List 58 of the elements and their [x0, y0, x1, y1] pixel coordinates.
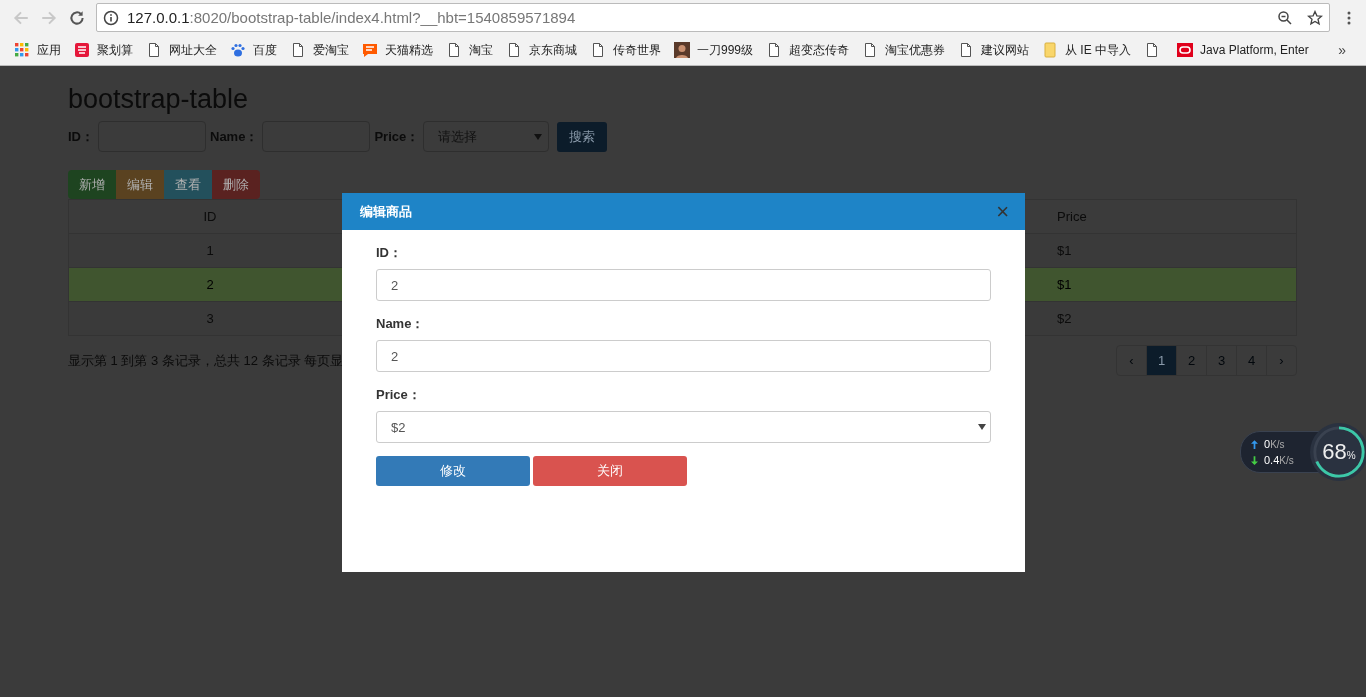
paw-icon[interactable] [230, 42, 246, 58]
bookmark[interactable]: 从 IE 中导入 [1042, 41, 1132, 59]
usage-percent: 68% [1322, 439, 1356, 465]
bookmark[interactable]: 淘宝优惠券 [862, 41, 946, 59]
field-label: Name： [376, 315, 426, 333]
bookmark[interactable]: 一刀999级 [674, 41, 754, 59]
toolbar-button[interactable]: 删除 [212, 170, 260, 199]
table-cell: 2 [206, 277, 214, 292]
bookmark[interactable]: 应用 [14, 41, 61, 59]
bookmark[interactable]: 京东商城 [506, 41, 577, 59]
bookmark[interactable]: Java Platform, Enter [1177, 42, 1309, 58]
dialog-button[interactable]: 修改 [376, 456, 530, 486]
page-link[interactable]: 1 [1146, 346, 1176, 375]
bookmark[interactable]: 网址大全 [146, 41, 217, 59]
zoom-icon[interactable] [1277, 9, 1293, 26]
more-bookmarks-button[interactable]: » [1338, 42, 1346, 58]
upload-speed: 0K/s [1264, 438, 1285, 450]
bookmark[interactable]: 传奇世界 [590, 41, 661, 59]
url-text: 127.0.0.1:8020/bootstrap-table/index4.html?__hbt=1540859571894 [127, 9, 577, 26]
bookmark[interactable]: 爱淘宝 [290, 41, 349, 59]
toolbar-button[interactable]: 新增 [68, 170, 116, 199]
search-button[interactable]: 搜索 [557, 121, 608, 152]
dialog-title: 编辑商品 [360, 202, 412, 221]
square-logo-icon[interactable] [74, 42, 90, 58]
bookmark[interactable]: 百度 [230, 41, 277, 59]
bookmark[interactable]: 淘宝 [446, 41, 493, 59]
bookmark[interactable]: 超变态传奇 [766, 41, 850, 59]
toolbar-button[interactable]: 查看 [164, 170, 212, 199]
up-arrow-icon [1251, 439, 1258, 449]
input-field[interactable]: 2 [376, 269, 991, 301]
page-icon[interactable] [506, 42, 522, 58]
speech-bubble-icon[interactable] [362, 42, 378, 58]
select-field[interactable]: $2 [376, 411, 991, 443]
table-cell: $1 [1057, 277, 1072, 292]
caret-icon [534, 133, 543, 140]
field-label: Price： [376, 386, 422, 404]
address-bar[interactable]: 127.0.0.1:8020/bootstrap-table/index4.html?__hbt=1540859571894 [96, 3, 1330, 32]
caret-icon [978, 424, 986, 430]
download-speed: 0.4K/s [1264, 454, 1294, 466]
dialog-button[interactable]: 关闭 [533, 456, 687, 486]
toolbar-button[interactable]: 编辑 [116, 170, 164, 199]
reload-icon[interactable] [68, 8, 86, 27]
bookmark[interactable]: 聚划算 [74, 41, 133, 59]
menu-icon[interactable] [1346, 9, 1352, 26]
page-icon[interactable] [446, 42, 462, 58]
avatar-icon[interactable] [674, 42, 690, 58]
input-field[interactable]: 2 [376, 340, 991, 372]
apps-grid-icon[interactable] [14, 42, 30, 58]
oval-logo-icon[interactable] [1177, 42, 1194, 58]
star-icon[interactable] [1307, 9, 1323, 26]
down-arrow-icon [1251, 455, 1258, 465]
page-icon[interactable] [290, 42, 306, 58]
bookmark[interactable]: 建议网站 [958, 41, 1030, 59]
page-icon[interactable] [146, 42, 162, 58]
field-label: ID： [376, 244, 403, 262]
page-icon[interactable] [590, 42, 606, 58]
bookmark[interactable]: 天猫精选 [362, 41, 433, 59]
info-icon[interactable] [103, 9, 119, 26]
